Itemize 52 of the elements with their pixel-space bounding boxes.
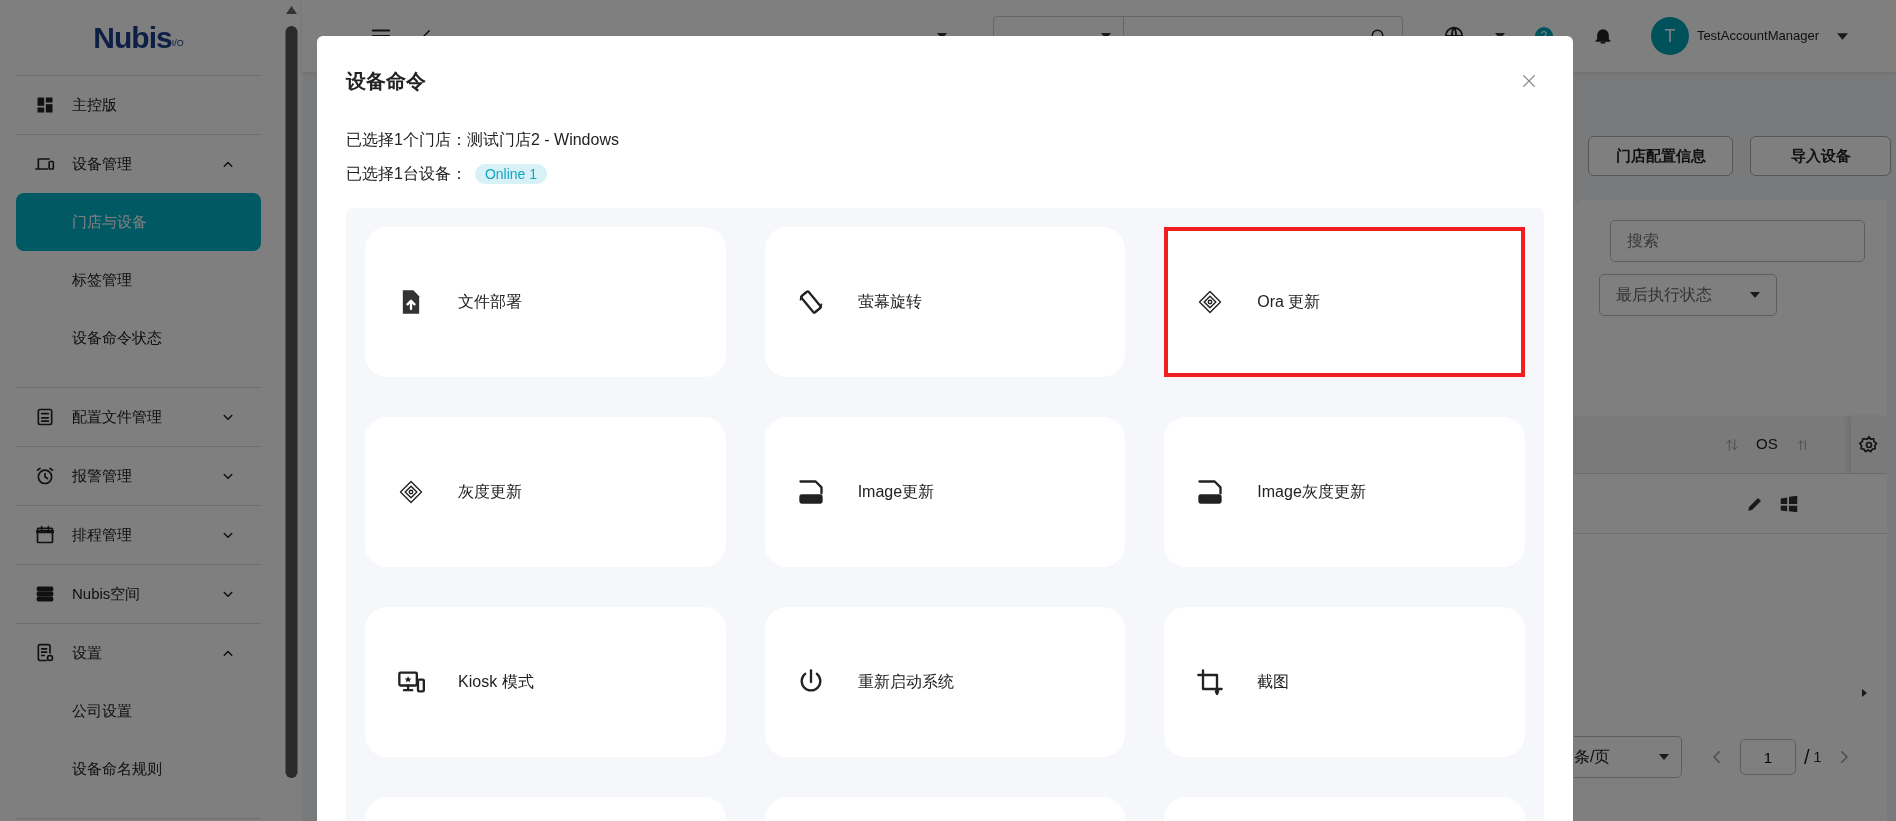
command-card[interactable]: 萤幕旋转 [764, 227, 1126, 377]
sort-icon [1724, 436, 1740, 453]
caret-icon [1750, 292, 1760, 298]
disc-image-icon [796, 478, 825, 506]
settings-icon[interactable] [1859, 434, 1879, 455]
logo: NubisI/O [93, 22, 184, 53]
command-card[interactable]: 文件部署 [365, 227, 726, 377]
page-size-dropdown[interactable]: 条/页 [1574, 736, 1682, 778]
page-separator: / [1804, 745, 1810, 770]
server-icon [35, 584, 55, 604]
column-header[interactable]: OS [1756, 433, 1778, 456]
alarm-clock-icon [35, 466, 55, 486]
store-name: 测试门店2 - Windows [466, 130, 619, 150]
search-field[interactable]: 搜索 [1610, 220, 1865, 262]
sidebar-item[interactable]: 配置文件管理 [16, 388, 261, 446]
calendar-icon [35, 525, 55, 545]
settings-document-icon [35, 643, 55, 663]
sidebar-item[interactable]: 设置 [16, 624, 261, 682]
status-filter-dropdown[interactable]: 最后执行状态 [1599, 274, 1777, 316]
diamond-rings-icon [397, 478, 425, 506]
command-card[interactable]: Image更新 [764, 417, 1126, 567]
sidebar-item[interactable]: 主控版 [16, 76, 261, 134]
sidebar-item[interactable]: 排程管理 [16, 506, 261, 564]
device-label: 已选择1台设备： [346, 164, 467, 184]
sidebar-item[interactable]: 报警管理 [16, 447, 261, 505]
close-button[interactable] [1520, 72, 1538, 90]
toolbar-button[interactable]: 门店配置信息 [1588, 136, 1733, 176]
user-name[interactable]: TestAccountManager [1696, 26, 1819, 46]
page-input[interactable]: 1 [1740, 739, 1796, 775]
sidebar-item[interactable]: Nubis空间 [16, 565, 261, 623]
sidebar-subitem[interactable]: 标签管理 [16, 251, 261, 309]
sidebar-subitem[interactable]: 设备命令状态 [16, 309, 261, 367]
disc-image-icon [1196, 478, 1225, 506]
sidebar-subitem[interactable]: 设备命名规则 [16, 740, 261, 798]
status-badge: Online 1 [474, 164, 548, 184]
sidebar-item[interactable]: 设备管理 [16, 135, 261, 193]
dashboard-icon [35, 95, 55, 115]
command-card[interactable]: 灰度更新 [365, 417, 726, 567]
command-card[interactable]: 重新启动系统 [764, 607, 1126, 757]
command-card[interactable]: Kiosk 模式 [365, 607, 726, 757]
caret-icon [1659, 754, 1669, 760]
store-label: 已选择1个门店： [346, 130, 467, 150]
close-icon [1520, 72, 1538, 90]
total-pages: 1 [1813, 747, 1822, 767]
toolbar-button[interactable]: 导入设备 [1750, 136, 1891, 176]
sidebar-subitem[interactable]: 公司设置 [16, 682, 261, 740]
command-card[interactable]: Image灰度更新 [1164, 417, 1525, 567]
document-icon [35, 407, 55, 427]
command-card[interactable]: Ora 更新 [1164, 227, 1525, 377]
crop-icon [1196, 668, 1225, 696]
dialog-title: 设备命令 [346, 69, 426, 94]
command-card[interactable]: 截图 [1164, 607, 1525, 757]
